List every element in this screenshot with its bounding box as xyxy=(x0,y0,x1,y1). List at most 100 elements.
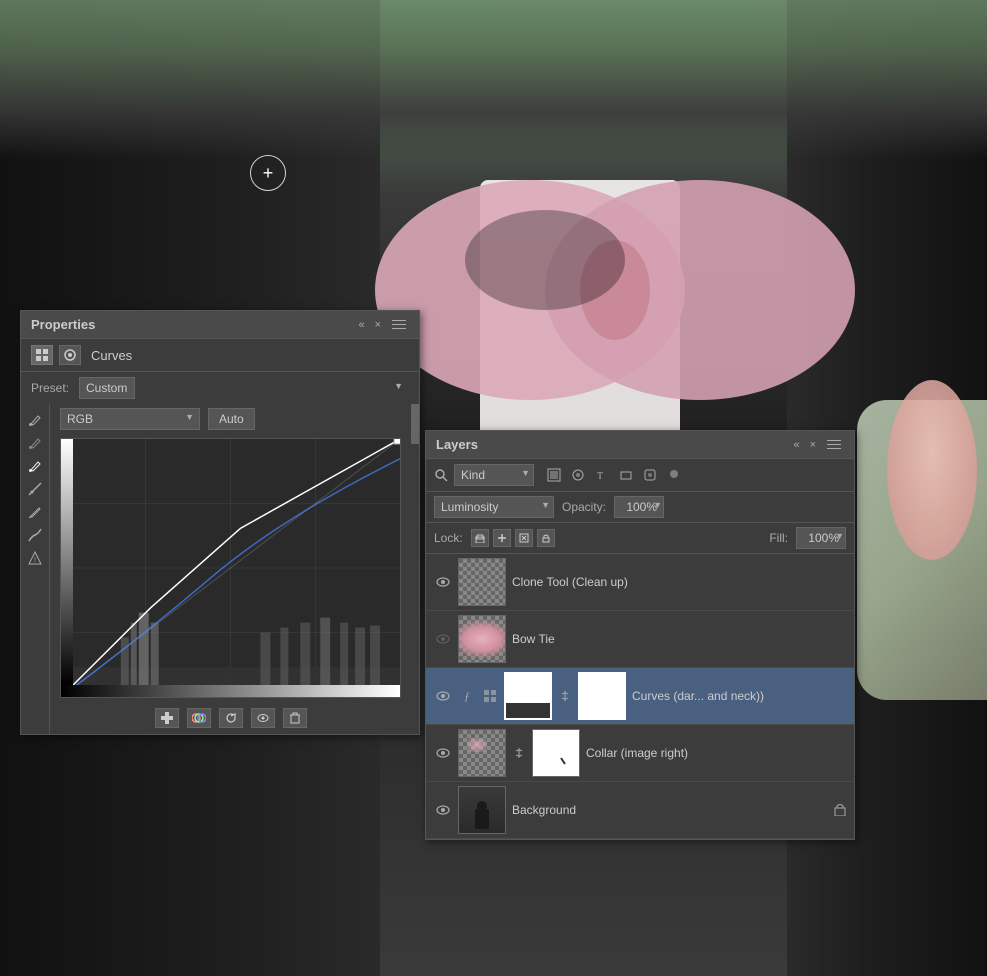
properties-collapse-btn[interactable]: « xyxy=(356,319,366,331)
layer-link-curves xyxy=(558,689,572,703)
layer-visibility-clone[interactable] xyxy=(434,573,452,591)
delete-btn[interactable] xyxy=(283,708,307,728)
layer-mask-collar xyxy=(532,729,580,777)
lock-label: Lock: xyxy=(434,531,463,545)
channel-select[interactable]: RGB Red Green Blue xyxy=(60,408,200,430)
reset-btn[interactable] xyxy=(219,708,243,728)
crosshair-cursor: + xyxy=(250,155,286,191)
layer-name-bowtie: Bow Tie xyxy=(512,632,846,646)
fill-label: Fill: xyxy=(769,531,788,545)
preset-label: Preset: xyxy=(31,381,71,395)
layer-name-collar: Collar (image right) xyxy=(586,746,846,760)
preset-select[interactable]: Custom Default xyxy=(79,377,135,399)
filter-pixel-icon[interactable] xyxy=(544,465,564,485)
blend-mode-select[interactable]: Luminosity Normal Multiply Screen xyxy=(434,496,554,518)
properties-tools: ! xyxy=(21,404,50,734)
layer-thumbnail-bg xyxy=(458,786,506,834)
layers-title: Layers xyxy=(436,437,478,452)
filter-smartobject-icon[interactable] xyxy=(640,465,660,485)
properties-close-btn[interactable]: × xyxy=(373,319,383,331)
preview-btn[interactable] xyxy=(251,708,275,728)
layer-item-bowtie[interactable]: Bow Tie xyxy=(426,611,854,668)
curves-graph[interactable] xyxy=(60,438,401,698)
kind-select[interactable]: Kind xyxy=(454,464,534,486)
properties-tabs-row: Curves xyxy=(21,339,419,372)
svg-text:!: ! xyxy=(34,557,36,564)
filter-shape-icon[interactable] xyxy=(616,465,636,485)
lock-artboard-btn[interactable] xyxy=(515,529,533,547)
layers-header-controls: « × xyxy=(791,437,844,452)
curves-label: Curves xyxy=(91,348,132,363)
layer-item-curves[interactable]: ƒ Curves (dar... and neck)) xyxy=(426,668,854,725)
pencil-tool[interactable] xyxy=(25,502,45,522)
filter-icons-row: T xyxy=(544,465,684,485)
cycle-channels-btn[interactable] xyxy=(187,708,211,728)
add-point-btn[interactable] xyxy=(155,708,179,728)
fill-input[interactable] xyxy=(796,527,846,549)
search-icon xyxy=(434,468,448,482)
properties-tab-circle[interactable] xyxy=(59,345,81,365)
opacity-container: ▼ xyxy=(614,496,664,518)
blend-select-container: Luminosity Normal Multiply Screen ▼ xyxy=(434,496,554,518)
layer-fx-icon: ƒ xyxy=(458,687,476,705)
properties-header-controls: « × xyxy=(356,317,409,332)
lock-position-btn[interactable] xyxy=(493,529,511,547)
layer-name-curves: Curves (dar... and neck)) xyxy=(632,689,846,703)
filter-type-icon[interactable]: T xyxy=(592,465,612,485)
eyedropper-gray-tool[interactable] xyxy=(25,433,45,453)
layer-visibility-bg[interactable] xyxy=(434,801,452,819)
preset-arrow-icon: ▼ xyxy=(394,381,403,391)
layers-collapse-btn[interactable]: « xyxy=(791,437,801,452)
fill-container: ▼ xyxy=(796,527,846,549)
layer-visibility-collar[interactable] xyxy=(434,744,452,762)
layer-thumbnail-curves xyxy=(504,672,552,720)
layer-thumbnail-bowtie xyxy=(458,615,506,663)
layer-thumbnail-collar xyxy=(458,729,506,777)
channel-select-container: RGB Red Green Blue ▼ xyxy=(60,408,200,430)
layer-mask-curves xyxy=(578,672,626,720)
curves-content: RGB Red Green Blue ▼ Auto xyxy=(50,404,411,734)
smooth-tool[interactable] xyxy=(25,525,45,545)
layer-link-collar xyxy=(512,746,526,760)
layer-item-collar[interactable]: Collar (image right) xyxy=(426,725,854,782)
properties-body: ! RGB Red Green Blue ▼ Auto xyxy=(21,404,419,734)
opacity-label: Opacity: xyxy=(562,500,606,514)
properties-tab-grid[interactable] xyxy=(31,345,53,365)
layer-name-clone: Clone Tool (Clean up) xyxy=(512,575,846,589)
background-lock-icon xyxy=(834,802,846,819)
layers-panel: Layers « × Kind ▼ xyxy=(425,430,855,840)
layer-thumbnail-clone xyxy=(458,558,506,606)
layers-menu-btn[interactable] xyxy=(824,437,844,452)
layer-item-background[interactable]: Background xyxy=(426,782,854,839)
lock-icons-group xyxy=(471,529,555,547)
layer-grid-icon xyxy=(482,688,498,704)
lock-row: Lock: Fill: ▼ xyxy=(426,523,854,554)
properties-title: Properties xyxy=(31,317,95,332)
blend-mode-row: Luminosity Normal Multiply Screen ▼ Opac… xyxy=(426,492,854,523)
layer-name-background: Background xyxy=(512,803,828,817)
eyedropper-light-tool[interactable] xyxy=(25,456,45,476)
layer-visibility-curves[interactable] xyxy=(434,687,452,705)
lock-all-btn[interactable] xyxy=(537,529,555,547)
auto-button[interactable]: Auto xyxy=(208,408,255,430)
kind-select-container: Kind ▼ xyxy=(454,464,534,486)
opacity-input[interactable] xyxy=(614,496,664,518)
curves-bottom-controls xyxy=(50,702,411,734)
curve-point-tool[interactable] xyxy=(25,479,45,499)
layer-item-clone-tool[interactable]: Clone Tool (Clean up) xyxy=(426,554,854,611)
preset-row: Preset: Custom Default ▼ xyxy=(21,372,419,404)
properties-menu-btn[interactable] xyxy=(389,317,409,332)
lock-pixels-btn[interactable] xyxy=(471,529,489,547)
preset-select-container: Custom Default ▼ xyxy=(79,377,409,399)
warning-icon: ! xyxy=(25,548,45,568)
channel-row: RGB Red Green Blue ▼ Auto xyxy=(50,404,411,434)
properties-panel: Properties « × Curves Preset: Custom Def… xyxy=(20,310,420,735)
properties-panel-header: Properties « × xyxy=(21,311,419,339)
layer-visibility-bowtie[interactable] xyxy=(434,630,452,648)
layers-close-btn[interactable]: × xyxy=(808,437,818,452)
svg-text:T: T xyxy=(597,471,603,482)
filter-dot-icon[interactable] xyxy=(664,465,684,485)
layers-header: Layers « × xyxy=(426,431,854,459)
eyedropper-dark-tool[interactable] xyxy=(25,410,45,430)
filter-adjustment-icon[interactable] xyxy=(568,465,588,485)
